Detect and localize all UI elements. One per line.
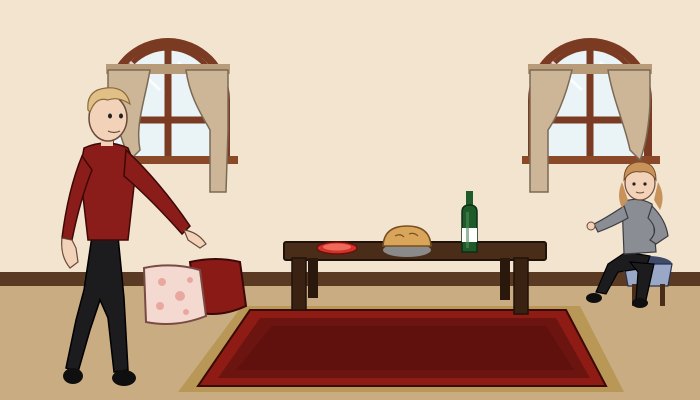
rug (178, 306, 624, 392)
pie (382, 225, 432, 257)
game-scene (0, 0, 700, 400)
